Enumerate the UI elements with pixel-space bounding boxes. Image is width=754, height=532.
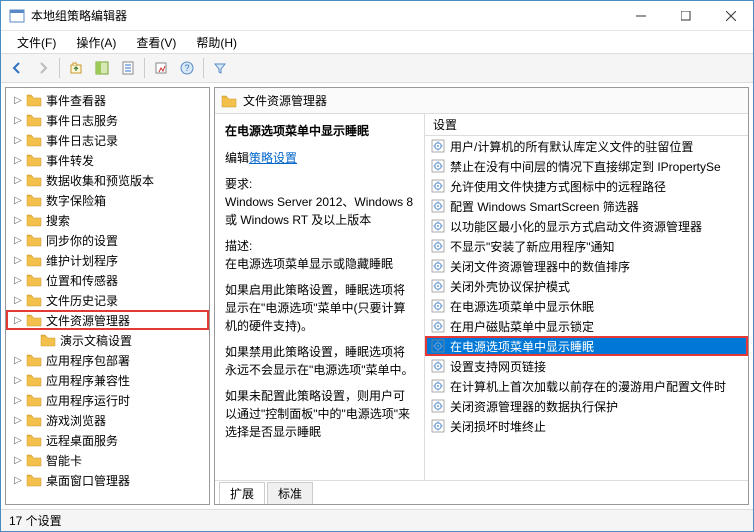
expander-icon[interactable]: ▷ <box>12 295 24 306</box>
tree-item[interactable]: ▷事件转发 <box>6 150 209 170</box>
menu-file[interactable]: 文件(F) <box>7 32 66 53</box>
list-item[interactable]: 在电源选项菜单中显示休眠 <box>425 296 748 316</box>
list-item[interactable]: 禁止在没有中间层的情况下直接绑定到 IPropertySe <box>425 156 748 176</box>
menu-action[interactable]: 操作(A) <box>66 32 126 53</box>
expander-icon[interactable]: ▷ <box>12 95 24 106</box>
minimize-button[interactable] <box>618 1 663 31</box>
list-item[interactable]: 不显示"安装了新应用程序"通知 <box>425 236 748 256</box>
tree-item[interactable]: ▷数字保险箱 <box>6 190 209 210</box>
tab-extended[interactable]: 扩展 <box>219 482 265 504</box>
back-button[interactable] <box>5 56 29 80</box>
window-title: 本地组策略编辑器 <box>31 7 618 24</box>
expander-icon[interactable]: ▷ <box>12 235 24 246</box>
svg-text:?: ? <box>184 63 189 73</box>
list-item[interactable]: 在计算机上首次加载以前存在的漫游用户配置文件时 <box>425 376 748 396</box>
list-item[interactable]: 关闭文件资源管理器中的数值排序 <box>425 256 748 276</box>
expander-icon[interactable]: ▷ <box>12 115 24 126</box>
list-column-header[interactable]: 设置 <box>425 114 748 136</box>
expander-icon[interactable]: ▷ <box>12 255 24 266</box>
list-item[interactable]: 关闭外壳协议保护模式 <box>425 276 748 296</box>
policy-name: 在电源选项菜单中显示睡眠 <box>225 122 414 139</box>
tree-item[interactable]: ▷桌面窗口管理器 <box>6 470 209 490</box>
expander-icon[interactable]: ▷ <box>12 275 24 286</box>
tree-item[interactable]: ▷数据收集和预览版本 <box>6 170 209 190</box>
tree-item[interactable]: ▷维护计划程序 <box>6 250 209 270</box>
status-bar: 17 个设置 <box>1 509 753 531</box>
filter-button[interactable] <box>208 56 232 80</box>
list-item[interactable]: 在用户磁贴菜单中显示锁定 <box>425 316 748 336</box>
up-button[interactable] <box>64 56 88 80</box>
edit-policy-link[interactable]: 策略设置 <box>249 151 297 165</box>
help-button[interactable]: ? <box>175 56 199 80</box>
tree-item[interactable]: ▷事件日志记录 <box>6 130 209 150</box>
tree-item[interactable]: 演示文稿设置 <box>6 330 209 350</box>
list-item[interactable]: 设置支持网页链接 <box>425 356 748 376</box>
list-item[interactable]: 在电源选项菜单中显示睡眠 <box>425 336 748 356</box>
list-item[interactable]: 允许使用文件快捷方式图标中的远程路径 <box>425 176 748 196</box>
details-header: 文件资源管理器 <box>215 88 748 114</box>
expander-icon[interactable]: ▷ <box>12 455 24 466</box>
show-hide-tree-button[interactable] <box>90 56 114 80</box>
expander-icon[interactable]: ▷ <box>12 355 24 366</box>
expander-icon[interactable]: ▷ <box>12 475 24 486</box>
expander-icon[interactable]: ▷ <box>12 375 24 386</box>
expander-icon[interactable]: ▷ <box>12 215 24 226</box>
tree-item[interactable]: ▷文件资源管理器 <box>6 310 209 330</box>
list-item[interactable]: 关闭损坏时堆终止 <box>425 416 748 436</box>
expander-icon[interactable]: ▷ <box>12 175 24 186</box>
list-item[interactable]: 用户/计算机的所有默认库定义文件的驻留位置 <box>425 136 748 156</box>
expander-icon[interactable]: ▷ <box>12 315 24 326</box>
status-text: 17 个设置 <box>9 512 62 529</box>
expander-icon[interactable]: ▷ <box>12 155 24 166</box>
tree-item[interactable]: ▷文件历史记录 <box>6 290 209 310</box>
details-title: 文件资源管理器 <box>243 92 327 109</box>
settings-list[interactable]: 用户/计算机的所有默认库定义文件的驻留位置禁止在没有中间层的情况下直接绑定到 I… <box>425 136 748 480</box>
menu-view[interactable]: 查看(V) <box>126 32 186 53</box>
tree-item[interactable]: ▷游戏浏览器 <box>6 410 209 430</box>
details-pane: 文件资源管理器 在电源选项菜单中显示睡眠 编辑策略设置 要求:Windows S… <box>214 87 749 505</box>
app-icon <box>9 8 25 24</box>
list-item[interactable]: 关闭资源管理器的数据执行保护 <box>425 396 748 416</box>
tree-item[interactable]: ▷同步你的设置 <box>6 230 209 250</box>
tab-bar: 扩展 标准 <box>215 480 748 504</box>
menu-bar: 文件(F) 操作(A) 查看(V) 帮助(H) <box>1 31 753 53</box>
list-item[interactable]: 以功能区最小化的显示方式启动文件资源管理器 <box>425 216 748 236</box>
expander-icon[interactable]: ▷ <box>12 135 24 146</box>
tree-item[interactable]: ▷位置和传感器 <box>6 270 209 290</box>
tree-pane[interactable]: ▷事件查看器▷事件日志服务▷事件日志记录▷事件转发▷数据收集和预览版本▷数字保险… <box>5 87 210 505</box>
tree-item[interactable]: ▷应用程序兼容性 <box>6 370 209 390</box>
expander-icon[interactable]: ▷ <box>12 195 24 206</box>
forward-button[interactable] <box>31 56 55 80</box>
tab-standard[interactable]: 标准 <box>267 482 313 504</box>
expander-icon[interactable]: ▷ <box>12 415 24 426</box>
expander-icon[interactable]: ▷ <box>12 395 24 406</box>
tree-item[interactable]: ▷搜索 <box>6 210 209 230</box>
tree-item[interactable]: ▷事件查看器 <box>6 90 209 110</box>
tree-item[interactable]: ▷应用程序包部署 <box>6 350 209 370</box>
tree-item[interactable]: ▷应用程序运行时 <box>6 390 209 410</box>
expander-icon[interactable]: ▷ <box>12 435 24 446</box>
menu-help[interactable]: 帮助(H) <box>186 32 247 53</box>
tree-item[interactable]: ▷智能卡 <box>6 450 209 470</box>
maximize-button[interactable] <box>663 1 708 31</box>
close-button[interactable] <box>708 1 753 31</box>
tree-item[interactable]: ▷事件日志服务 <box>6 110 209 130</box>
description-pane: 在电源选项菜单中显示睡眠 编辑策略设置 要求:Windows Server 20… <box>215 114 425 480</box>
toolbar: ? <box>1 53 753 83</box>
export-button[interactable] <box>149 56 173 80</box>
list-item[interactable]: 配置 Windows SmartScreen 筛选器 <box>425 196 748 216</box>
properties-button[interactable] <box>116 56 140 80</box>
tree-item[interactable]: ▷远程桌面服务 <box>6 430 209 450</box>
title-bar: 本地组策略编辑器 <box>1 1 753 31</box>
